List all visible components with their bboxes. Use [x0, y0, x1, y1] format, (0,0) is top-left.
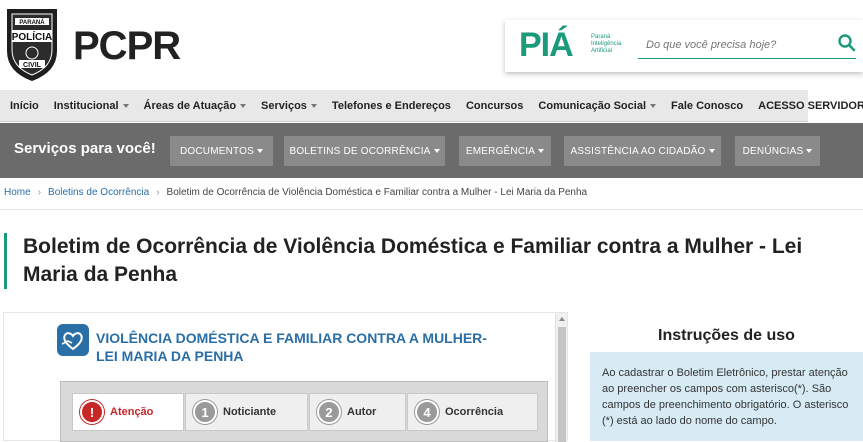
instructions-title: Instruções de uso	[658, 327, 795, 344]
search-icon[interactable]	[837, 33, 857, 53]
nav-item-areas-de-atuacao[interactable]: Áreas de Atuação	[144, 100, 247, 112]
nav-item-acesso-servidor[interactable]: ACESSO SERVIDOR	[758, 100, 863, 112]
caret-down-icon	[433, 149, 440, 153]
form-steps: ! Atenção 1 Noticiante 2 Autor 4 Ocorrên…	[60, 381, 548, 442]
pia-search-box: PIÁ Paraná Inteligência Artificial	[505, 20, 863, 72]
form-title: VIOLÊNCIA DOMÉSTICA E FAMILIAR CONTRA A …	[96, 329, 526, 365]
chevron-right-icon: ›	[37, 187, 42, 198]
services-title: Serviços para você!	[14, 140, 156, 157]
page-title: Boletim de Ocorrência de Violência Domés…	[23, 235, 803, 286]
breadcrumb-current: Boletim de Ocorrência de Violência Domés…	[166, 187, 588, 198]
badge-text-bottom: CIVIL	[23, 62, 42, 69]
form-scrollbar[interactable]	[555, 313, 567, 442]
main-nav: Início Institucional Áreas de Atuação Se…	[0, 90, 863, 122]
nav-item-inicio[interactable]: Início	[10, 100, 39, 112]
nav-item-servicos[interactable]: Serviços	[261, 100, 317, 112]
caret-down-icon	[708, 149, 715, 153]
title-accent-bar	[4, 233, 7, 289]
form-title-line1: VIOLÊNCIA DOMÉSTICA E FAMILIAR CONTRA A …	[96, 330, 487, 346]
pia-logo[interactable]: PIÁ	[519, 28, 574, 62]
services-documentos-button[interactable]: DOCUMENTOS	[170, 136, 273, 166]
caret-down-icon	[310, 103, 317, 108]
badge-text-main: POLÍCIA	[12, 30, 53, 43]
step-label: Noticiante	[223, 406, 277, 418]
divider	[0, 209, 863, 210]
chevron-right-icon: ›	[156, 187, 160, 198]
nav-item-fale-conosco[interactable]: Fale Conosco	[671, 100, 743, 112]
step-noticiante[interactable]: 1 Noticiante	[185, 393, 308, 431]
instructions-box: Ao cadastrar o Boletim Eletrônico, prest…	[590, 352, 863, 441]
step-atencao[interactable]: ! Atenção	[72, 393, 184, 431]
services-assistencia-button[interactable]: ASSISTÊNCIA AO CIDADÃO	[564, 136, 721, 166]
nav-item-telefones[interactable]: Telefones e Endereços	[332, 100, 451, 112]
form-title-line2: LEI MARIA DA PENHA	[96, 348, 244, 364]
site-header: PARANÁ POLÍCIA CIVIL PCPR PIÁ Paraná Int…	[0, 0, 863, 90]
step-number: 4	[415, 400, 439, 424]
nav-item-concursos[interactable]: Concursos	[466, 100, 523, 112]
caret-down-icon	[650, 103, 656, 108]
breadcrumb-home-link[interactable]: Home	[4, 187, 31, 198]
services-emergencia-button[interactable]: EMERGÊNCIA	[459, 136, 551, 166]
step-ocorrencia[interactable]: 4 Ocorrência	[407, 393, 538, 431]
caret-down-icon	[240, 103, 247, 108]
step-label: Atenção	[110, 406, 154, 418]
scroll-thumb[interactable]	[558, 327, 566, 442]
caret-down-icon	[122, 103, 129, 108]
services-boletins-button[interactable]: BOLETINS DE OCORRÊNCIA	[284, 136, 445, 166]
step-autor[interactable]: 2 Autor	[309, 393, 406, 431]
caret-down-icon	[806, 149, 813, 153]
caret-down-icon	[257, 149, 264, 153]
breadcrumb-section-link[interactable]: Boletins de Ocorrência	[48, 187, 149, 198]
nav-item-comunicacao-social[interactable]: Comunicação Social	[538, 100, 656, 112]
heart-hand-icon	[57, 324, 89, 356]
step-number: 1	[193, 400, 217, 424]
scroll-up-arrow-icon[interactable]	[559, 317, 565, 321]
step-label: Autor	[347, 406, 377, 418]
policia-civil-badge-logo[interactable]: PARANÁ POLÍCIA CIVIL	[4, 7, 60, 82]
nav-item-institucional[interactable]: Institucional	[54, 100, 129, 112]
caret-down-icon	[538, 149, 545, 153]
step-label: Ocorrência	[445, 406, 504, 418]
services-bar: Serviços para você! DOCUMENTOS BOLETINS …	[0, 123, 863, 178]
breadcrumb: Home › Boletins de Ocorrência › Boletim …	[4, 187, 587, 198]
pia-subtitle: Paraná Inteligência Artificial	[591, 34, 622, 54]
step-number: 2	[317, 400, 341, 424]
bo-form-frame: VIOLÊNCIA DOMÉSTICA E FAMILIAR CONTRA A …	[3, 312, 568, 442]
brand-name[interactable]: PCPR	[73, 24, 181, 69]
pia-search-input[interactable]	[638, 31, 856, 59]
services-denuncias-button[interactable]: DENÚNCIAS	[735, 136, 820, 166]
alert-icon: !	[80, 400, 104, 424]
badge-text-top: PARANÁ	[19, 19, 45, 26]
